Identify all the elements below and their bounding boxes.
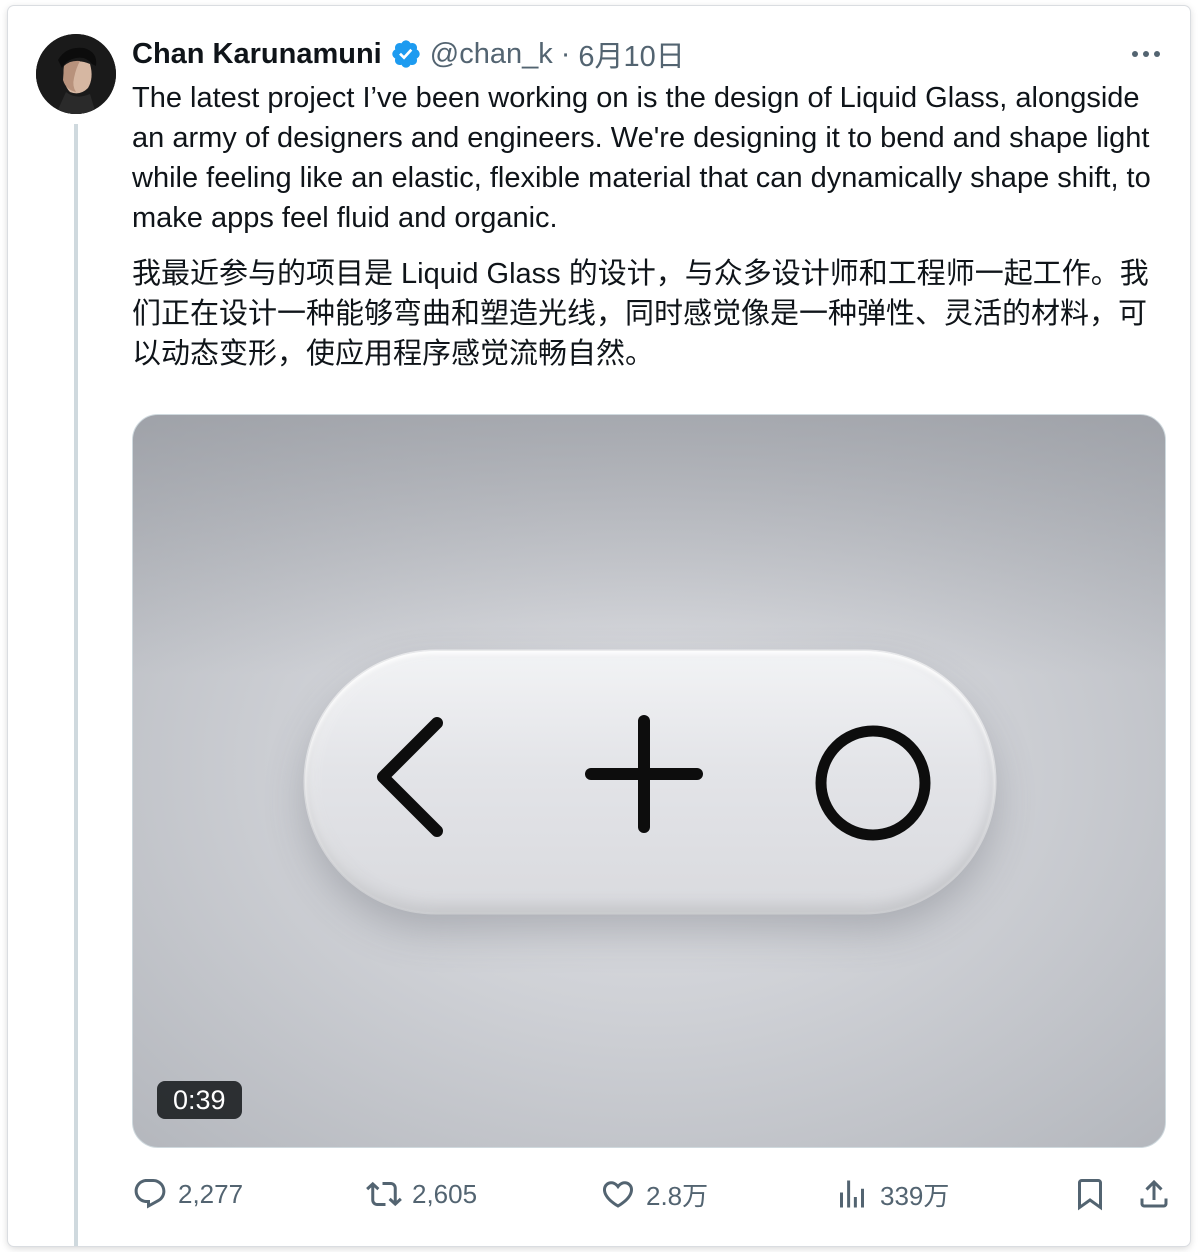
like-button[interactable]: 2.8万 xyxy=(600,1172,708,1216)
thread-line xyxy=(74,124,78,1246)
video-background-shade xyxy=(133,415,1165,675)
share-icon xyxy=(1136,1176,1172,1212)
plus-icon xyxy=(585,715,703,838)
video-duration-badge: 0:39 xyxy=(157,1081,242,1119)
share-button[interactable] xyxy=(1136,1172,1172,1216)
more-options-button[interactable] xyxy=(1124,42,1168,66)
tweet-text-chinese: 我最近参与的项目是 Liquid Glass 的设计，与众多设计师和工程师一起工… xyxy=(132,258,1149,370)
bookmark-icon xyxy=(1072,1176,1108,1212)
heart-icon xyxy=(600,1176,636,1212)
tweet-date[interactable]: 6月10日 xyxy=(578,33,684,75)
more-dot-icon xyxy=(1143,51,1149,57)
avatar[interactable] xyxy=(36,34,116,114)
tweet-actions-bar: 2,277 2,605 2.8万 339万 xyxy=(132,1172,1180,1216)
more-dot-icon xyxy=(1132,51,1138,57)
tweet-header: Chan Karunamuni @chan_k · 6月10日 xyxy=(132,34,685,74)
author-name[interactable]: Chan Karunamuni xyxy=(132,38,382,71)
repost-button[interactable]: 2,605 xyxy=(366,1172,477,1216)
tweet-text-english: The latest project I’ve been working on … xyxy=(132,82,1151,234)
author-handle[interactable]: @chan_k xyxy=(430,38,553,71)
views-button[interactable]: 339万 xyxy=(834,1172,949,1216)
separator-dot: · xyxy=(560,37,571,70)
reply-icon xyxy=(132,1176,168,1212)
reply-count: 2,277 xyxy=(178,1178,244,1209)
view-count: 339万 xyxy=(880,1180,950,1211)
circle-icon xyxy=(813,723,933,848)
video-player[interactable]: 0:39 xyxy=(132,414,1166,1148)
tweet-card[interactable]: Chan Karunamuni @chan_k · 6月10日 The late… xyxy=(8,6,1190,1246)
repost-count: 2,605 xyxy=(412,1178,478,1209)
like-count: 2.8万 xyxy=(646,1180,709,1211)
reply-button[interactable]: 2,277 xyxy=(132,1172,243,1216)
more-dot-icon xyxy=(1154,51,1160,57)
analytics-icon xyxy=(834,1176,870,1212)
verified-badge-icon xyxy=(390,38,422,70)
chevron-left-icon xyxy=(373,715,445,844)
bookmark-button[interactable] xyxy=(1072,1172,1108,1216)
repost-icon xyxy=(366,1176,402,1212)
